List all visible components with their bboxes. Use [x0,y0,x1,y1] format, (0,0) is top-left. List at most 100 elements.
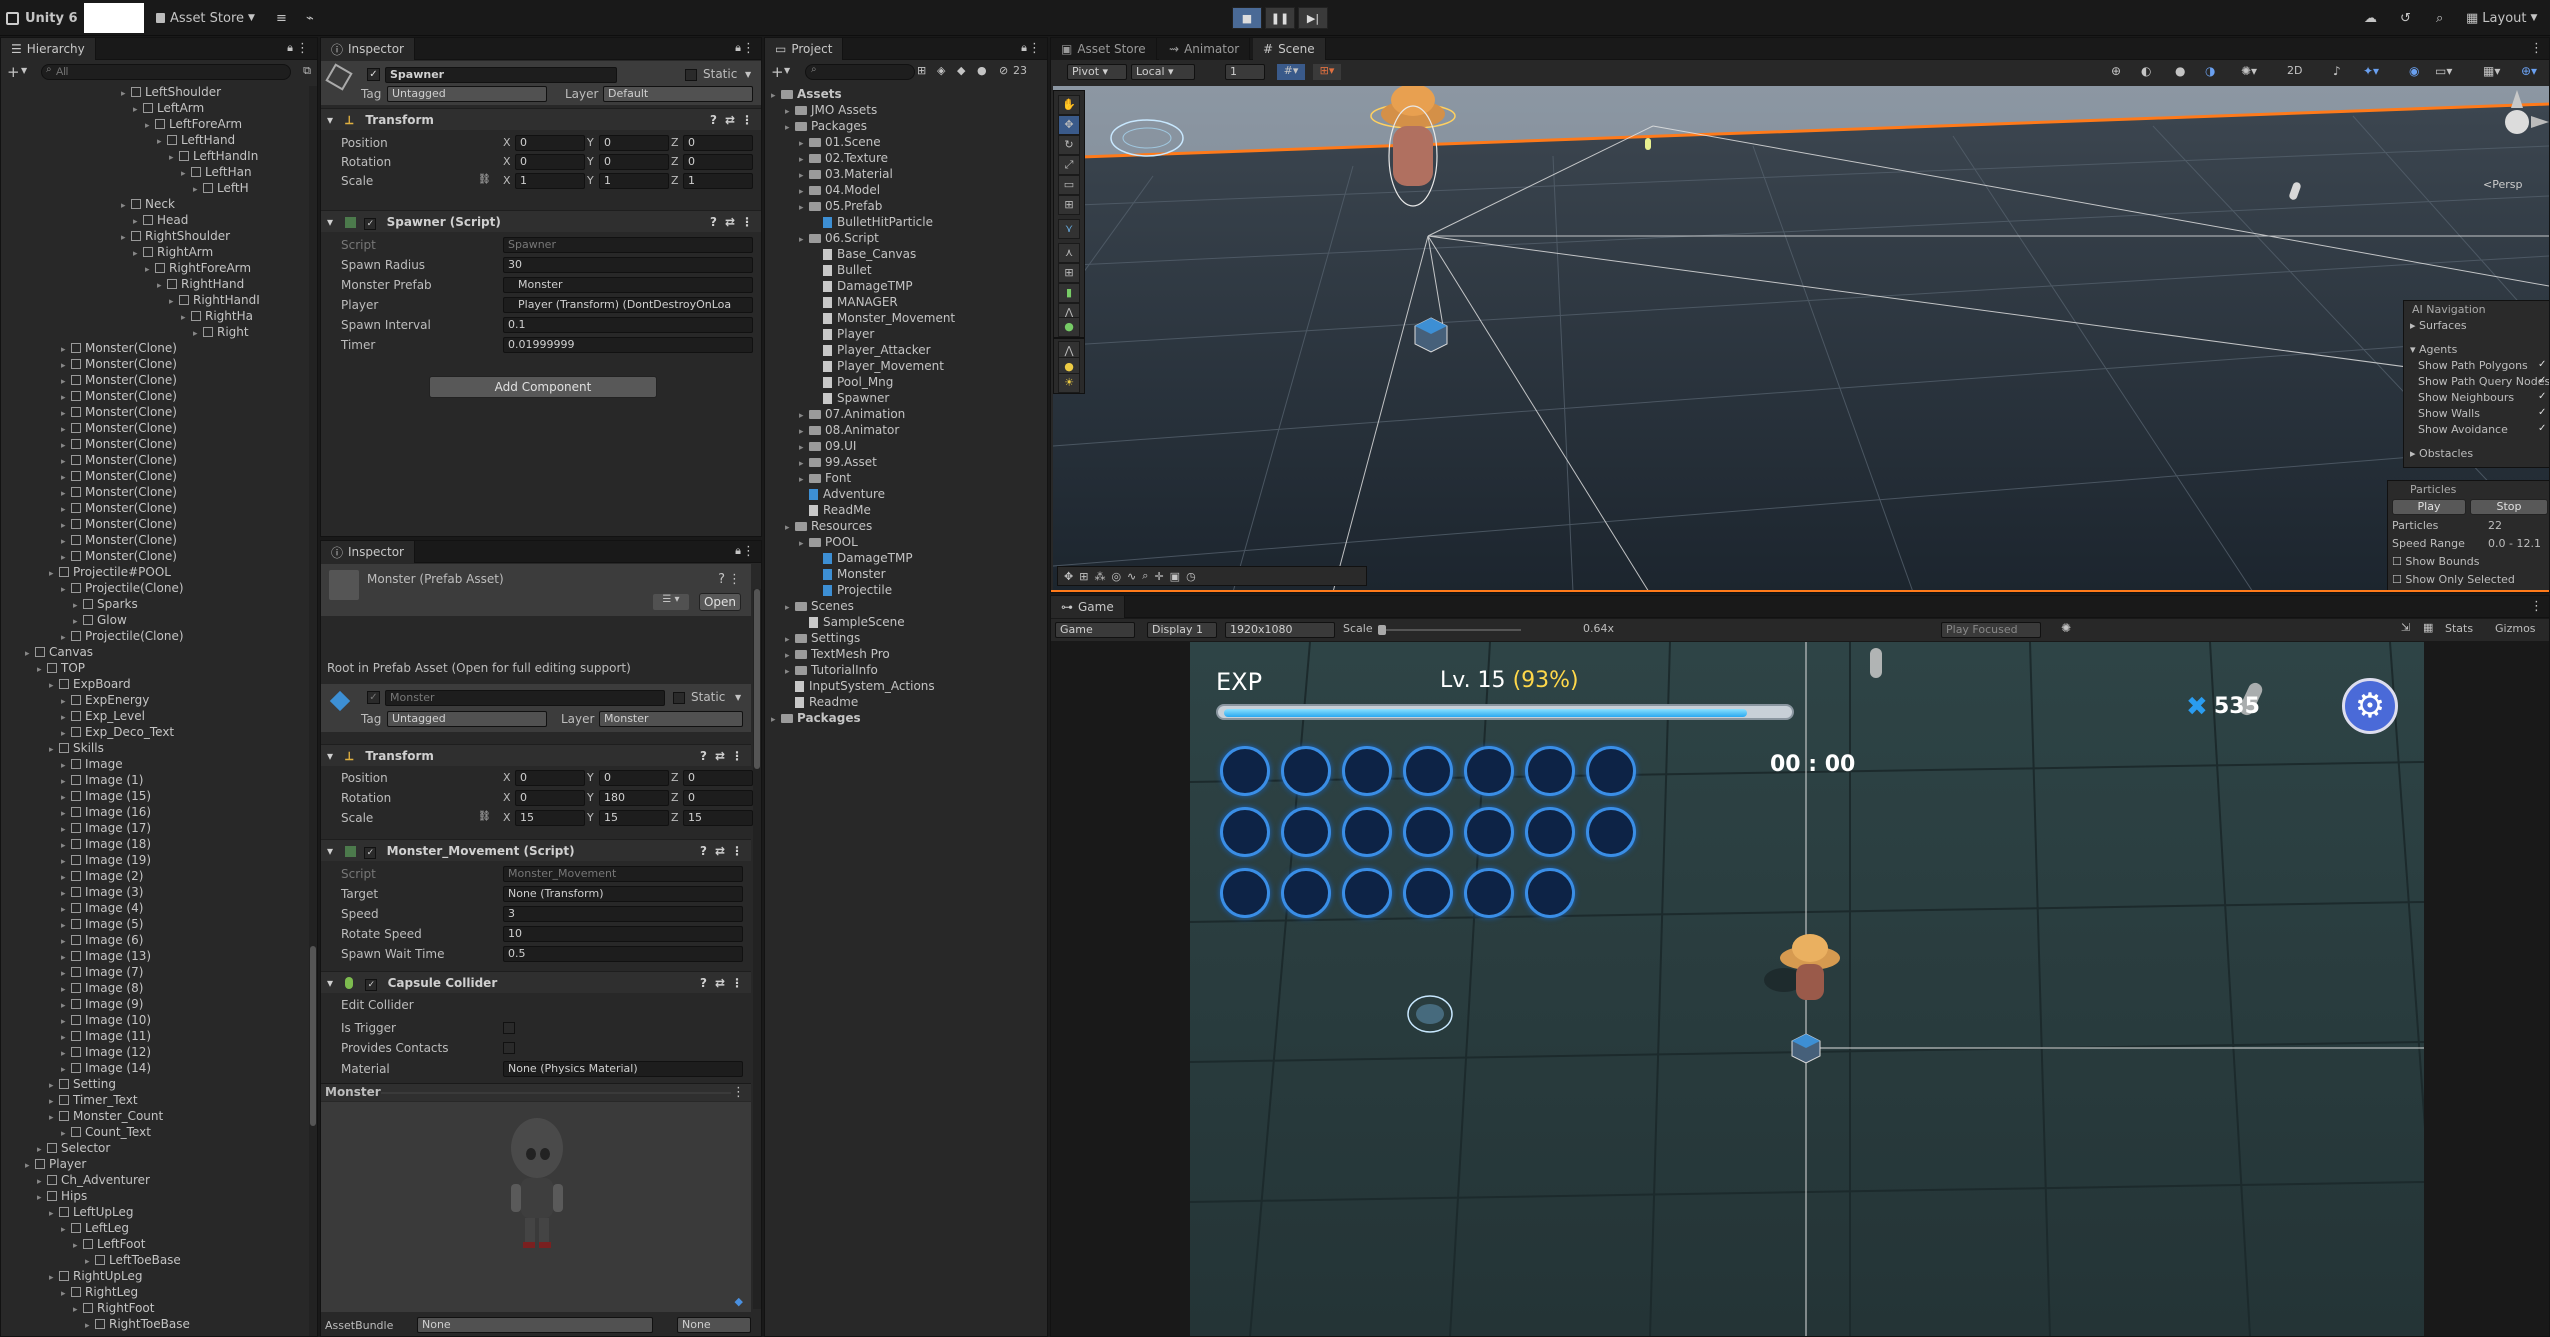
hierarchy-item[interactable]: ▸ Monster(Clone) [61,404,317,420]
project-item[interactable]: SampleScene [799,614,905,630]
particles-stop-button[interactable]: Stop [2470,499,2548,515]
asset-store-dropdown[interactable]: Asset Store ▼ [156,6,255,30]
2d-toggle-icon[interactable]: 2D [2287,64,2302,77]
tab-animator[interactable]: ⇝ Animator [1159,38,1251,60]
model-preview[interactable]: ◆ [321,1102,751,1312]
unity-account-button[interactable]: Unity 6 [6,6,78,30]
hierarchy-item[interactable]: ▸ Sparks [73,596,317,612]
position-y-field[interactable]: 0 [599,135,669,151]
hierarchy-item[interactable]: ▸ Image [61,756,317,772]
project-item[interactable]: ▸ 04.Model [799,182,880,198]
gizmos-button[interactable]: Gizmos [2495,622,2536,635]
move-tool-icon[interactable]: ✥ [1058,115,1080,135]
hierarchy-search-input[interactable] [41,64,291,80]
snap-icon[interactable]: ⊞▾ [1313,64,1341,80]
scale-z-field[interactable]: 1 [683,173,753,189]
project-item[interactable]: Adventure [799,486,885,502]
hierarchy-item[interactable]: ▸ Neck [121,196,317,212]
foldout-arrow-icon[interactable]: ▸ [169,294,179,310]
path-icon[interactable]: ∿ [1127,570,1136,583]
assetbundle-variant-dropdown[interactable]: None [677,1317,751,1333]
position-x-field[interactable]: 0 [515,135,585,151]
project-item[interactable]: ▸ JMO Assets [785,102,877,118]
project-item[interactable]: Readme [785,694,858,710]
player-field[interactable]: Player (Transform) (DontDestroyOnLoa [503,297,753,313]
grid-tool-icon[interactable]: ⊞ [1058,263,1080,283]
rotation-y-field[interactable]: 0 [599,154,669,170]
hierarchy-item[interactable]: ▸ Exp_Deco_Text [61,724,317,740]
position-y-field[interactable]: 0 [599,770,669,786]
history-icon[interactable]: ↺ [2400,6,2411,30]
help-icon[interactable]: ? [718,572,725,587]
project-item[interactable]: ▸ Assets [771,86,842,102]
nav-option-checkbox[interactable]: ✓ [2538,407,2546,418]
foldout-arrow-icon[interactable]: ▸ [37,1190,47,1206]
axis-label-x[interactable]: X [503,811,511,824]
axis-label-z[interactable]: Z [671,155,679,168]
transform-header[interactable]: ▾ ⟂ Transform ? ⇄ ⋮ [321,744,751,766]
hierarchy-item[interactable]: ▸ RightForeArm [145,260,317,278]
help-icon[interactable]: ? [700,840,707,862]
hierarchy-item[interactable]: ▸ Monster(Clone) [61,452,317,468]
settings-button[interactable]: ⚙ [2342,678,2398,734]
scene-viewport[interactable] [1053,86,2549,592]
project-item[interactable]: ▸ 09.UI [799,438,856,454]
hierarchy-item[interactable]: ▸ LeftForeArm [145,116,317,132]
nav-option-checkbox[interactable]: ✓ [2538,375,2546,386]
navmesh-tool-icon[interactable]: ⋏ [1058,243,1080,263]
foldout-arrow-icon[interactable]: ▸ [157,134,167,150]
more-icon[interactable]: ⋮ [728,572,741,587]
project-item[interactable]: ▸ 05.Prefab [799,198,882,214]
reflection-probe-icon[interactable]: ☀ [1058,373,1080,393]
lock-icon[interactable]: 🔒︎ [735,41,741,55]
inspector-scrollbar[interactable] [753,589,761,1309]
hierarchy-item[interactable]: ▸ Monster(Clone) [61,548,317,564]
foldout-arrow-icon[interactable]: ▸ [121,230,131,246]
center-icon[interactable]: ✛ [1154,570,1163,583]
lock-icon[interactable]: 🔒︎ [287,41,293,55]
hierarchy-item[interactable]: ▸ Image (5) [61,916,317,932]
hierarchy-item[interactable]: ▸ LeftLeg [61,1220,317,1236]
bookmark-icon[interactable]: ◆ [735,1295,743,1308]
lock-icon[interactable]: 🔒︎ [735,544,741,558]
foldout-arrow-icon[interactable]: ▸ [785,120,795,136]
add-icon[interactable]: + [771,63,784,81]
link-icon[interactable]: ⛓ [478,174,491,185]
toolbar-white-field[interactable] [84,3,144,33]
rect-tool-icon[interactable]: ▭ [1058,175,1080,195]
active-checkbox[interactable]: ✓ [367,691,380,704]
hidden-count-icon[interactable]: ⊘ [999,64,1008,77]
hierarchy-item[interactable]: ▸ RightHand [157,276,317,292]
project-item[interactable]: ReadMe [799,502,871,518]
project-item[interactable]: ▸ 08.Animator [799,422,899,438]
pause-button[interactable]: ❚❚ [1265,7,1295,29]
foldout-arrow-icon[interactable]: ▸ [85,1318,95,1334]
tab-game[interactable]: ⊶ Game [1051,596,1125,618]
preset-icon[interactable]: ⇄ [725,211,735,233]
collider-tool-icon[interactable]: ▮ [1058,283,1080,303]
hierarchy-item[interactable]: ▸ Exp_Level [61,708,317,724]
scale-x-field[interactable]: 15 [515,810,585,826]
project-item[interactable]: Player_Movement [813,358,944,374]
help-icon[interactable]: ? [700,745,707,767]
hierarchy-item[interactable]: ▸ Monster(Clone) [61,468,317,484]
more-icon[interactable]: ⋮ [741,109,753,131]
search-scope-icon[interactable]: ⊞ [917,64,926,77]
hierarchy-item[interactable]: ▸ Right [193,324,317,340]
hierarchy-item[interactable]: ▸ RightShoulder [121,228,317,246]
step-button[interactable]: ▶| [1298,7,1328,29]
capsule-collider-header[interactable]: ▾ ✓ Capsule Collider ? ⇄ ⋮ [321,971,751,993]
foldout-arrow-icon[interactable]: ▸ [145,262,155,278]
foldout-arrow-icon[interactable]: ▸ [799,232,809,248]
cloud-icon[interactable]: ☁ [2364,6,2377,30]
hierarchy-item[interactable]: ▸ TOP [37,660,317,676]
gizmos-icon[interactable]: ▦▾ [2483,64,2500,78]
lock-icon[interactable]: 🔒︎ [1021,41,1027,55]
audio-icon[interactable]: ♪ [2333,64,2341,78]
hierarchy-item[interactable]: ▸ LeftToeBase [85,1252,317,1268]
hierarchy-item[interactable]: ▸ Image (18) [61,836,317,852]
foldout-arrow-icon[interactable]: ▸ [49,678,59,694]
project-item[interactable]: ▸ Scenes [785,598,854,614]
scrollbar-thumb[interactable] [310,946,316,1126]
enable-checkbox[interactable]: ✓ [364,847,377,859]
